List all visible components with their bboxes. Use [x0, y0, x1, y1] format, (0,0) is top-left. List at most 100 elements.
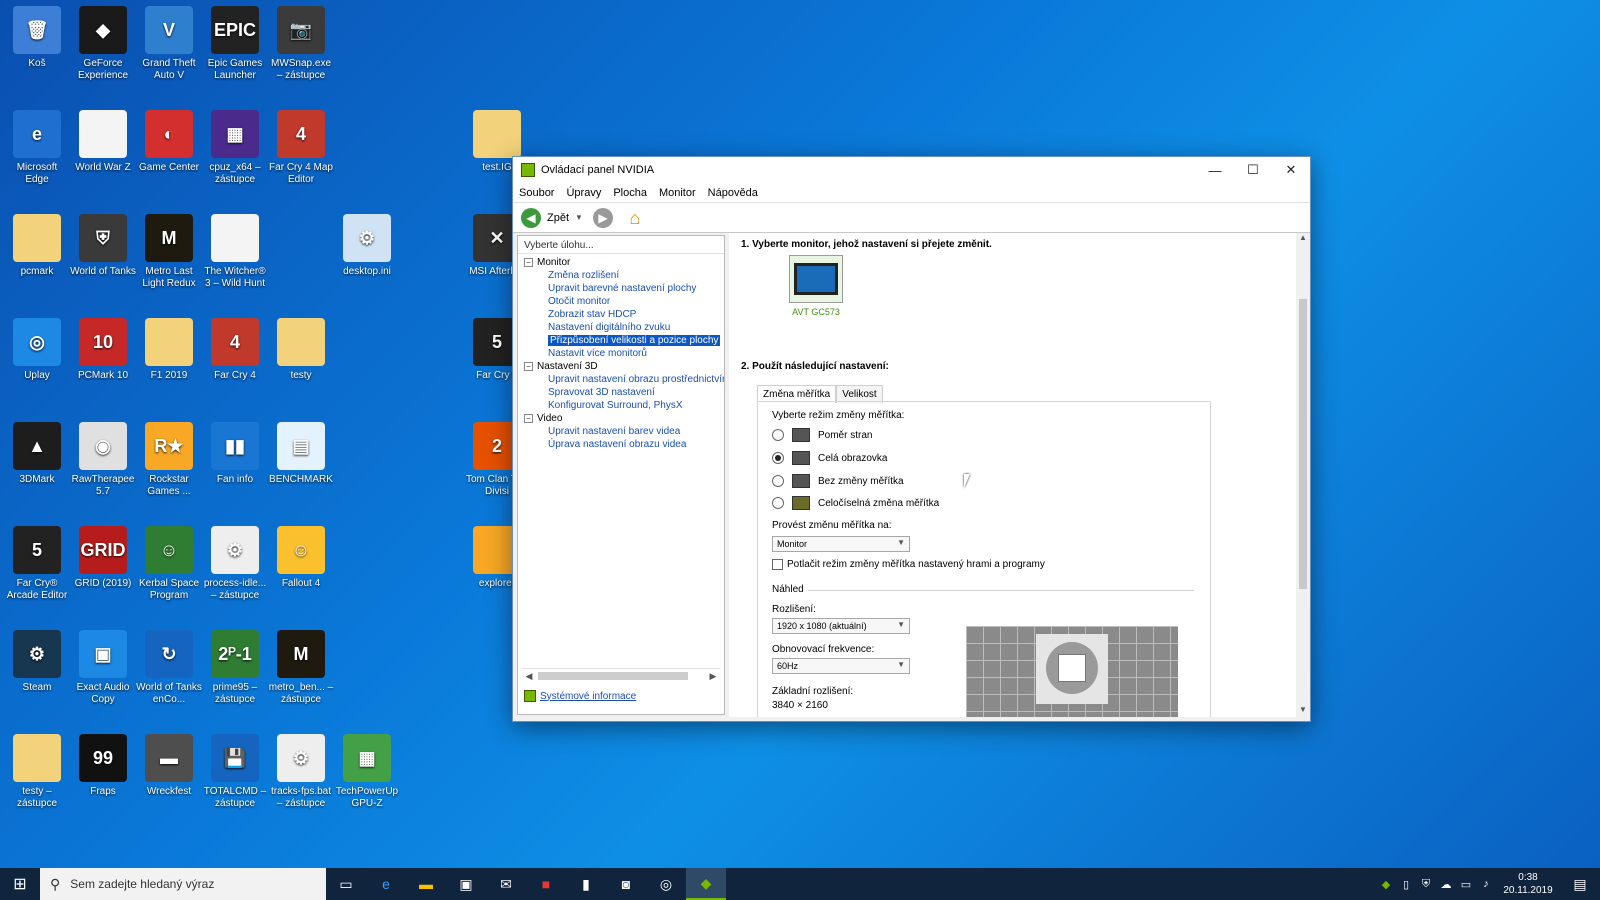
desktop-icon[interactable]: R★ Rockstar Games ...: [136, 422, 202, 498]
desktop-icon[interactable]: ◎ Uplay: [4, 318, 70, 382]
app-icon[interactable]: 📷: [277, 6, 325, 54]
collapse-icon[interactable]: −: [524, 413, 533, 423]
tree-category[interactable]: − Monitor: [518, 256, 724, 269]
app-icon[interactable]: [13, 734, 61, 782]
app-icon[interactable]: ↻: [145, 630, 193, 678]
tree-item[interactable]: Upravit nastavení obrazu prostřednictvím…: [518, 373, 724, 386]
desktop-icon[interactable]: F1 2019: [136, 318, 202, 382]
checkbox-box[interactable]: [772, 559, 783, 570]
close-button[interactable]: ✕: [1272, 157, 1310, 183]
horizontal-scrollbar[interactable]: ◀ ▶: [522, 668, 720, 682]
desktop-icon[interactable]: ◉ RawTherapee 5.7: [70, 422, 136, 498]
desktop-icon[interactable]: ◐ Game Center: [136, 110, 202, 174]
defender-icon[interactable]: ⛨: [1416, 878, 1436, 891]
usb-icon[interactable]: ▯: [1396, 878, 1416, 891]
edge-taskbar-icon[interactable]: e: [366, 868, 406, 900]
desktop-icon[interactable]: ▦ TechPowerUp GPU-Z: [334, 734, 400, 810]
desktop-icon[interactable]: testy – zástupce: [4, 734, 70, 810]
radio-no-scaling[interactable]: Bez změny měřítka: [772, 474, 904, 488]
app-icon[interactable]: ▬: [145, 734, 193, 782]
system-info-label[interactable]: Systémové informace: [540, 691, 636, 702]
desktop-icon[interactable]: 4 Far Cry 4: [202, 318, 268, 382]
scroll-down-icon[interactable]: ▼: [1296, 705, 1310, 717]
desktop-icon[interactable]: 2ᴾ-1 prime95 – zástupce: [202, 630, 268, 706]
forward-arrow-icon[interactable]: ▶: [592, 207, 613, 228]
app-icon[interactable]: V: [145, 6, 193, 54]
tree-item[interactable]: Nastavit více monitorů: [518, 347, 724, 360]
app-icon[interactable]: ◆: [79, 6, 127, 54]
radio-integer-scaling[interactable]: Celočíselná změna měřítka: [772, 496, 939, 510]
desktop-icon[interactable]: 99 Fraps: [70, 734, 136, 798]
mail-icon[interactable]: ✉: [486, 868, 526, 900]
desktop-icon[interactable]: ▲ 3DMark: [4, 422, 70, 486]
desktop-icon[interactable]: pcmark: [4, 214, 70, 278]
desktop-icon[interactable]: ⚙ process-idle... – zástupce: [202, 526, 268, 602]
app-icon[interactable]: [473, 110, 521, 158]
desktop-icon[interactable]: 📷 MWSnap.exe – zástupce: [268, 6, 334, 82]
volume-icon[interactable]: ♪: [1476, 878, 1496, 890]
app-icon[interactable]: ▮▮: [211, 422, 259, 470]
notification-icon[interactable]: ▤: [1560, 876, 1600, 893]
app-icon[interactable]: ☺: [145, 526, 193, 574]
radio-dot[interactable]: [772, 475, 784, 487]
app-icon[interactable]: 💾: [211, 734, 259, 782]
app-icon[interactable]: ◉: [79, 422, 127, 470]
scroll-thumb[interactable]: [1299, 299, 1307, 589]
title-bar[interactable]: Ovládací panel NVIDIA — ☐ ✕: [513, 157, 1310, 183]
app-icon[interactable]: M: [277, 630, 325, 678]
desktop-icon[interactable]: The Witcher® 3 – Wild Hunt: [202, 214, 268, 290]
refresh-select[interactable]: 60Hz ▼: [772, 658, 910, 674]
system-info-link[interactable]: Systémové informace: [524, 690, 636, 702]
desktop-icon[interactable]: ▮▮ Fan info: [202, 422, 268, 486]
app-icon[interactable]: ▤: [277, 422, 325, 470]
tree-item[interactable]: Nastavení digitálního zvuku: [518, 321, 724, 334]
tree-item[interactable]: Přizpůsobení velikosti a pozice plochy: [518, 334, 724, 347]
app-icon[interactable]: [145, 318, 193, 366]
tree-item[interactable]: Upravit nastavení barev videa: [518, 425, 724, 438]
menu-upravy[interactable]: Úpravy: [566, 187, 601, 199]
app-icon[interactable]: ⚙: [343, 214, 391, 262]
store-icon[interactable]: ▣: [446, 868, 486, 900]
minimize-button[interactable]: —: [1196, 157, 1234, 183]
tree-item[interactable]: Zobrazit stav HDCP: [518, 308, 724, 321]
tree-item[interactable]: Spravovat 3D nastavení: [518, 386, 724, 399]
desktop-icon[interactable]: ◆ GeForce Experience: [70, 6, 136, 82]
start-button[interactable]: ⊞: [0, 868, 40, 900]
menu-plocha[interactable]: Plocha: [613, 187, 647, 199]
app-icon[interactable]: M: [145, 214, 193, 262]
app-icon[interactable]: ▲: [13, 422, 61, 470]
tree-item[interactable]: Otočit monitor: [518, 295, 724, 308]
desktop-icon[interactable]: GRID GRID (2019): [70, 526, 136, 590]
app-icon[interactable]: ☺: [277, 526, 325, 574]
tree-item[interactable]: Změna rozlišení: [518, 269, 724, 282]
tree-item[interactable]: Konfigurovat Surround, PhysX: [518, 399, 724, 412]
app-icon[interactable]: ⚙: [277, 734, 325, 782]
desktop-icon[interactable]: ↻ World of Tanks enCo...: [136, 630, 202, 706]
scroll-right-icon[interactable]: ▶: [706, 669, 720, 683]
scroll-thumb[interactable]: [538, 672, 688, 680]
home-icon[interactable]: ⌂: [625, 208, 645, 228]
desktop-icon[interactable]: ⚙ Steam: [4, 630, 70, 694]
menu-monitor[interactable]: Monitor: [659, 187, 696, 199]
app-icon[interactable]: 10: [79, 318, 127, 366]
scroll-up-icon[interactable]: ▲: [1296, 233, 1310, 245]
camera-icon[interactable]: ◙: [606, 868, 646, 900]
desktop-icon[interactable]: Mmetro_ben... – zástupce: [268, 630, 334, 706]
app-icon[interactable]: ▣: [79, 630, 127, 678]
tree-category[interactable]: − Video: [518, 412, 724, 425]
desktop-icon[interactable]: ▣ Exact Audio Copy: [70, 630, 136, 706]
vertical-scrollbar[interactable]: ▲ ▼: [1296, 233, 1310, 717]
app-icon[interactable]: 5: [13, 526, 61, 574]
xbox-icon[interactable]: ◎: [646, 868, 686, 900]
desktop-icon[interactable]: 💾 TOTALCMD – zástupce: [202, 734, 268, 810]
app-red-icon[interactable]: ■: [526, 868, 566, 900]
search-box[interactable]: ⚲ Sem zadejte hledaný výraz: [40, 868, 326, 900]
app-icon[interactable]: 4: [277, 110, 325, 158]
maximize-button[interactable]: ☐: [1234, 157, 1272, 183]
app-icon[interactable]: 4: [211, 318, 259, 366]
app-icon[interactable]: [277, 318, 325, 366]
scroll-left-icon[interactable]: ◀: [522, 669, 536, 683]
back-dropdown-icon[interactable]: ▼: [575, 213, 583, 222]
app-icon[interactable]: [13, 214, 61, 262]
task-view-icon[interactable]: ▭: [326, 868, 366, 900]
